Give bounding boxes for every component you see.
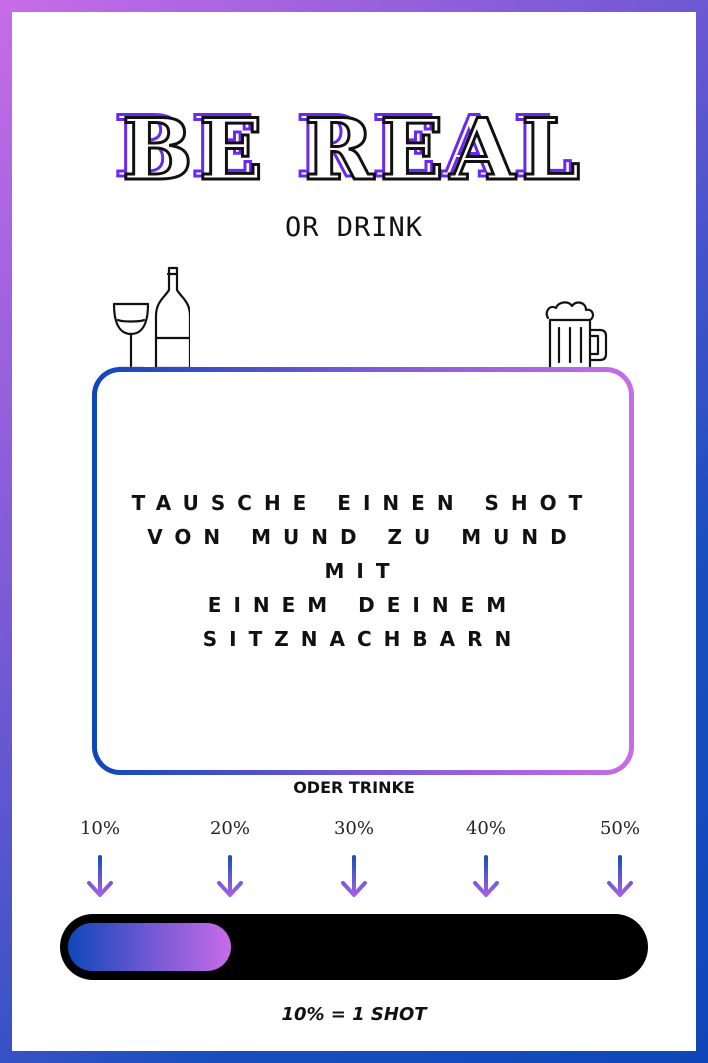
title-text: BE REAL [120,99,587,201]
title: BE REAL BE REAL [12,96,696,201]
marker-label: 40% [465,818,506,839]
marker-label: 10% [79,818,120,839]
task-text: TAUSCHE EINEN SHOT VON MUND ZU MUND MIT … [131,491,595,651]
marker-label: 20% [209,818,250,839]
beer-mug-icon [544,301,608,372]
task-box: TAUSCHE EINEN SHOT VON MUND ZU MUND MIT … [92,367,634,775]
alternative-label: ODER TRINKE [293,778,415,797]
marker-20: 20% [200,817,260,899]
footnote: 10% = 1 SHOT [281,1004,427,1025]
marker-label: 50% [599,818,640,839]
progress-bar-fill [68,923,231,971]
arrow-down-icon [607,855,633,897]
arrow-down-icon [87,855,113,897]
wine-glass-and-bottle-icon [112,266,190,370]
card: BE REAL BE REAL OR DRINK TAUSCHE EINEN S… [12,12,696,1051]
subtitle: OR DRINK [284,212,424,243]
progress-bar [60,914,648,980]
arrow-down-icon [473,855,499,897]
marker-10: 10% [70,817,130,899]
marker-40: 40% [456,817,516,899]
marker-label: 30% [333,818,374,839]
marker-30: 30% [324,817,384,899]
arrow-down-icon [341,855,367,897]
marker-50: 50% [590,817,650,899]
task-box-inner: TAUSCHE EINEN SHOT VON MUND ZU MUND MIT … [97,372,629,770]
arrow-down-icon [217,855,243,897]
